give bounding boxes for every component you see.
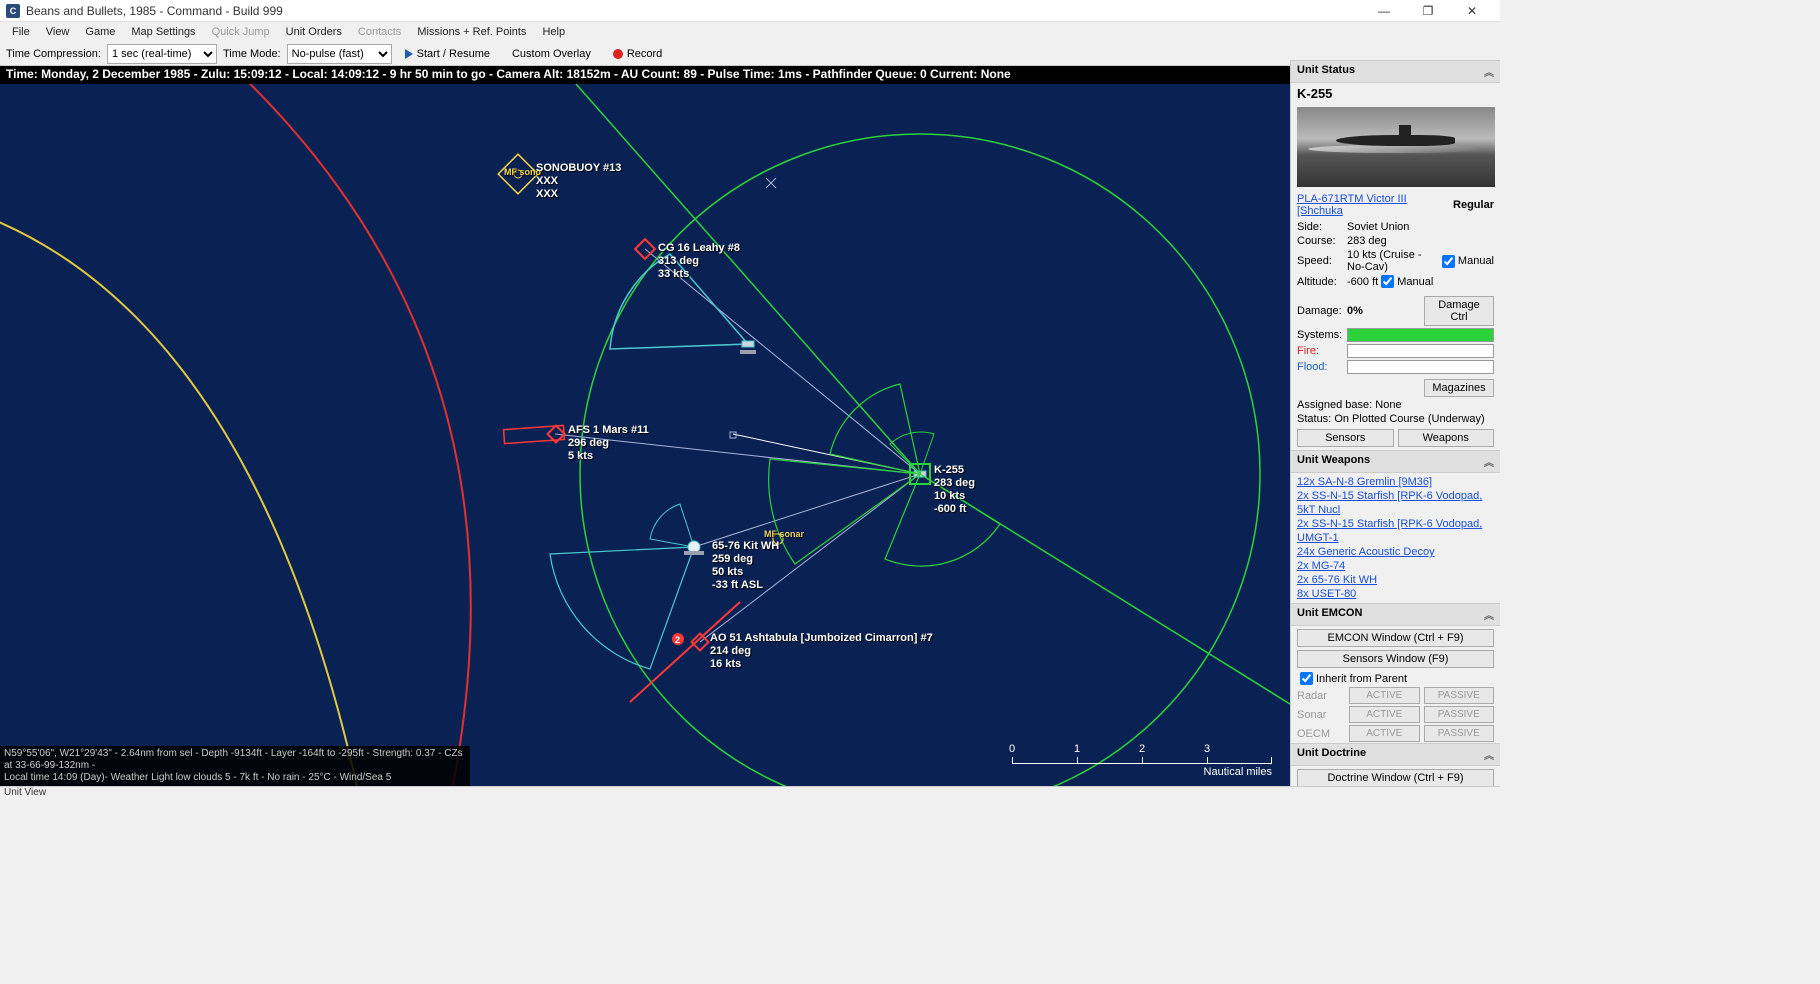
doctrine-window-button[interactable]: Doctrine Window (Ctrl + F9): [1297, 769, 1494, 787]
menu-unit-orders[interactable]: Unit Orders: [278, 24, 350, 40]
scalebar: 0123 Nautical miles: [1012, 757, 1272, 778]
unit-base: None: [1375, 399, 1401, 411]
emcon-window-button[interactable]: EMCON Window (Ctrl + F9): [1297, 629, 1494, 647]
cursor-info: N59°55'06", W21°29'43" - 2.64nm from sel…: [0, 746, 470, 786]
weapon-link[interactable]: 2x 65-76 Kit WH: [1297, 573, 1494, 587]
sensors-button[interactable]: Sensors: [1297, 429, 1394, 447]
map-svg: 2: [0, 84, 1290, 800]
unit-altitude: -600 ft: [1347, 276, 1378, 288]
weapon-link[interactable]: 2x MG-74: [1297, 559, 1494, 573]
time-mode-select[interactable]: No-pulse (fast): [287, 44, 392, 64]
unit-name: K-255: [1297, 86, 1332, 101]
record-button[interactable]: Record: [604, 45, 671, 63]
window-titlebar: C Beans and Bullets, 1985 - Command - Bu…: [0, 0, 1500, 22]
chevron-up-icon: ︽: [1484, 454, 1494, 469]
fire-bar: [1347, 344, 1494, 358]
record-icon: [613, 49, 623, 59]
menu-map-settings[interactable]: Map Settings: [123, 24, 203, 40]
emcon-label: Sonar: [1297, 709, 1345, 721]
menu-quick-jump: Quick Jump: [204, 24, 278, 40]
menubar: FileViewGameMap SettingsQuick JumpUnit O…: [0, 22, 1500, 42]
unit-emcon-header[interactable]: Unit EMCON︽: [1291, 603, 1500, 626]
chevron-up-icon: ︽: [1484, 64, 1494, 79]
unit-course: 283 deg: [1347, 235, 1494, 247]
emcon-active-button[interactable]: ACTIVE: [1349, 706, 1420, 723]
weapon-link[interactable]: 24x Generic Acoustic Decoy: [1297, 545, 1494, 559]
tactical-map[interactable]: 2 MF sono SONOBUOY #13 XXX XXX CG 16 Lea…: [0, 84, 1290, 800]
play-icon: [405, 49, 413, 59]
chevron-up-icon: ︽: [1484, 607, 1494, 622]
magazines-button[interactable]: Magazines: [1424, 379, 1494, 397]
emcon-label: Radar: [1297, 690, 1345, 702]
alt-manual-checkbox[interactable]: [1381, 275, 1394, 288]
toolbar: Time Compression: 1 sec (real-time) Time…: [0, 42, 1500, 66]
menu-file[interactable]: File: [4, 24, 38, 40]
emcon-passive-button[interactable]: PASSIVE: [1424, 725, 1495, 742]
unit-status-text: On Plotted Course (Underway): [1334, 413, 1484, 425]
weapons-list: 12x SA-N-8 Gremlin [9M36]2x SS-N-15 Star…: [1291, 473, 1500, 603]
menu-view[interactable]: View: [38, 24, 78, 40]
unit-status-header[interactable]: Unit Status︽: [1291, 60, 1500, 83]
unit-panel: Unit Status︽ K-255 PLA-671RTM Victor III…: [1290, 60, 1500, 800]
time-compression-select[interactable]: 1 sec (real-time): [107, 44, 217, 64]
time-mode-label: Time Mode:: [223, 48, 281, 60]
close-button[interactable]: ✕: [1450, 0, 1494, 22]
unit-weapons-header[interactable]: Unit Weapons︽: [1291, 450, 1500, 473]
sensors-window-button[interactable]: Sensors Window (F9): [1297, 650, 1494, 668]
sim-status-line: Time: Monday, 2 December 1985 - Zulu: 15…: [0, 66, 1290, 84]
unit-image: [1297, 107, 1495, 187]
systems-bar: [1347, 328, 1494, 342]
svg-text:2: 2: [675, 635, 680, 645]
menu-missions-ref-points[interactable]: Missions + Ref. Points: [409, 24, 534, 40]
start-resume-button[interactable]: Start / Resume: [396, 45, 499, 63]
weapons-button[interactable]: Weapons: [1398, 429, 1495, 447]
time-compression-label: Time Compression:: [6, 48, 101, 60]
unit-speed: 10 kts (Cruise - No-Cav): [1347, 249, 1439, 273]
damage-ctrl-button[interactable]: Damage Ctrl: [1424, 296, 1494, 326]
menu-help[interactable]: Help: [534, 24, 573, 40]
unit-proficiency: Regular: [1453, 199, 1494, 211]
maximize-button[interactable]: ❐: [1406, 0, 1450, 22]
bottom-statusbar: Unit View: [0, 786, 1500, 800]
weapon-link[interactable]: 12x SA-N-8 Gremlin [9M36]: [1297, 475, 1494, 489]
speed-manual-checkbox[interactable]: [1442, 255, 1455, 268]
unit-class-link[interactable]: PLA-671RTM Victor III [Shchuka: [1297, 193, 1453, 217]
emcon-label: OECM: [1297, 728, 1345, 740]
weapon-link[interactable]: 2x SS-N-15 Starfish [RPK-6 Vodopad, UMGT…: [1297, 517, 1494, 545]
minimize-button[interactable]: —: [1362, 0, 1406, 22]
custom-overlay-button[interactable]: Custom Overlay: [503, 45, 600, 63]
menu-contacts: Contacts: [350, 24, 409, 40]
menu-game[interactable]: Game: [77, 24, 123, 40]
unit-doctrine-header[interactable]: Unit Doctrine︽: [1291, 743, 1500, 766]
map-viewport[interactable]: Time: Monday, 2 December 1985 - Zulu: 15…: [0, 66, 1290, 800]
window-title: Beans and Bullets, 1985 - Command - Buil…: [26, 4, 1362, 18]
unit-damage: 0%: [1347, 305, 1363, 317]
app-icon: C: [6, 4, 20, 18]
weapon-link[interactable]: 2x SS-N-15 Starfish [RPK-6 Vodopad, 5kT …: [1297, 489, 1494, 517]
emcon-passive-button[interactable]: PASSIVE: [1424, 706, 1495, 723]
weapon-link[interactable]: 8x USET-80: [1297, 587, 1494, 601]
unit-side: Soviet Union: [1347, 221, 1494, 233]
chevron-up-icon: ︽: [1484, 747, 1494, 762]
inherit-parent-checkbox[interactable]: [1300, 672, 1313, 685]
emcon-active-button[interactable]: ACTIVE: [1349, 725, 1420, 742]
flood-bar: [1347, 360, 1494, 374]
emcon-active-button[interactable]: ACTIVE: [1349, 687, 1420, 704]
emcon-passive-button[interactable]: PASSIVE: [1424, 687, 1495, 704]
